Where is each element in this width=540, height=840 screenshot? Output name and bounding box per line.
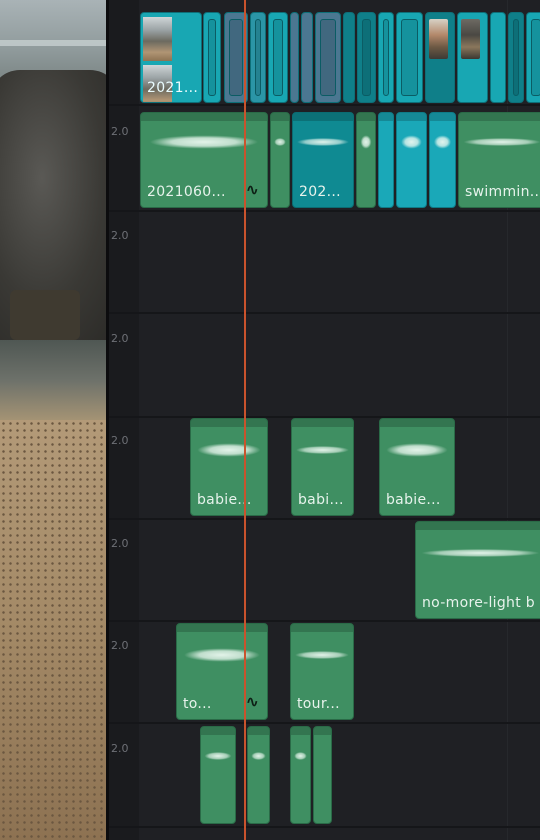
audio-clip[interactable]	[313, 726, 332, 824]
viewer-sand	[0, 420, 106, 840]
track-separator	[109, 722, 540, 724]
track-level-label: 2.0	[111, 229, 129, 242]
audio-clip[interactable]	[247, 726, 270, 824]
track-separator	[109, 518, 540, 520]
clip-label: babie...	[386, 492, 441, 508]
clip-label: swimmin...	[465, 184, 540, 200]
audio-clip[interactable]: tour...	[290, 623, 354, 720]
track-separator	[109, 210, 540, 212]
audio-clip[interactable]: no-more-light b	[415, 521, 540, 619]
video-clip[interactable]	[343, 12, 355, 103]
audio-clip[interactable]: babi...	[291, 418, 354, 516]
audio-clip[interactable]	[378, 112, 394, 208]
track-separator	[109, 620, 540, 622]
clip-label: 202...	[299, 184, 341, 200]
audio-clip[interactable]: to... ∿	[176, 623, 268, 720]
track-level-label: 2.0	[111, 742, 129, 755]
video-clip[interactable]	[290, 12, 299, 103]
video-clip[interactable]	[396, 12, 423, 103]
video-clip[interactable]	[425, 12, 455, 103]
clip-label: babi...	[298, 492, 344, 508]
video-clip[interactable]	[315, 12, 341, 103]
clip-label: 2021...	[147, 80, 199, 96]
viewer-boulder	[10, 290, 80, 340]
video-clip[interactable]	[457, 12, 488, 103]
audio-clip[interactable]: 202...	[292, 112, 354, 208]
track-separator	[109, 312, 540, 314]
lfo-curve-icon: ∿	[245, 180, 259, 199]
video-clip[interactable]	[301, 12, 313, 103]
video-clip[interactable]: 2021...	[140, 12, 202, 103]
viewer-water	[0, 340, 106, 420]
video-clip[interactable]	[526, 12, 540, 103]
audio-clip[interactable]	[356, 112, 376, 208]
clip-label: tour...	[297, 696, 340, 712]
audio-clip[interactable]	[429, 112, 456, 208]
viewer-railing	[0, 40, 106, 46]
timeline-panel[interactable]: 2.0 2.0 2.0 2.0 2.0 2.0 2.0 2021... 2021…	[109, 0, 540, 840]
video-clip[interactable]	[203, 12, 221, 103]
preview-viewer	[0, 0, 106, 840]
audio-clip[interactable]	[200, 726, 236, 824]
audio-clip[interactable]	[270, 112, 290, 208]
track-level-label: 2.0	[111, 332, 129, 345]
video-clip[interactable]	[268, 12, 288, 103]
track-level-label: 2.0	[111, 639, 129, 652]
track-level-label: 2.0	[111, 537, 129, 550]
lfo-curve-icon: ∿	[245, 692, 259, 711]
audio-clip[interactable]	[290, 726, 311, 824]
audio-clip[interactable]	[396, 112, 427, 208]
track-separator	[109, 104, 540, 106]
playhead[interactable]	[244, 0, 246, 840]
track-separator	[109, 826, 540, 828]
audio-clip[interactable]: babie...	[190, 418, 268, 516]
audio-clip[interactable]: swimmin...	[458, 112, 540, 208]
video-clip[interactable]	[250, 12, 266, 103]
video-clip[interactable]	[508, 12, 524, 103]
audio-clip[interactable]: 2021060... ∿	[140, 112, 268, 208]
clip-label: 2021060...	[147, 184, 226, 200]
clip-thumbnail	[143, 17, 201, 102]
video-clip[interactable]	[490, 12, 506, 103]
track-level-label: 2.0	[111, 434, 129, 447]
video-clip[interactable]	[378, 12, 394, 103]
video-clip[interactable]	[357, 12, 376, 103]
clip-label: to...	[183, 696, 212, 712]
audio-clip[interactable]: babie...	[379, 418, 455, 516]
track-level-label: 2.0	[111, 125, 129, 138]
clip-label: no-more-light b	[422, 595, 535, 611]
